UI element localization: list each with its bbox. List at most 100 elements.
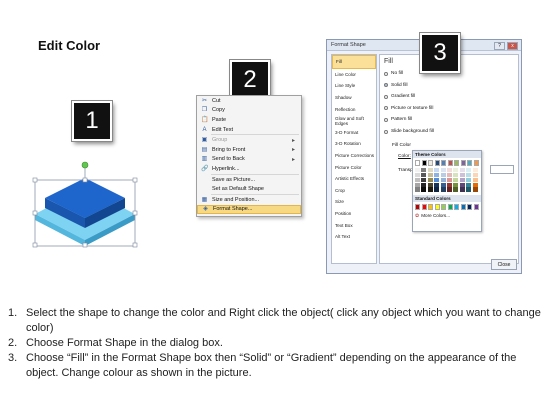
color-swatch[interactable] <box>421 168 427 173</box>
fill-option-radio[interactable]: No fill <box>384 71 403 76</box>
color-swatch[interactable] <box>415 177 420 182</box>
nav-item[interactable]: Text Box <box>332 219 376 231</box>
resize-handle-tr[interactable] <box>132 177 138 183</box>
color-swatch[interactable] <box>428 203 434 210</box>
color-swatch[interactable] <box>467 160 473 167</box>
color-swatch[interactable] <box>466 168 472 173</box>
menu-item[interactable]: Save as Picture... <box>197 175 301 185</box>
menu-item[interactable]: ▦ Size and Position... <box>197 195 301 205</box>
color-swatch[interactable] <box>446 182 452 187</box>
stacked-shape[interactable] <box>30 158 140 248</box>
color-swatch[interactable] <box>421 187 427 192</box>
color-swatch[interactable] <box>467 203 473 210</box>
color-swatch[interactable] <box>466 177 472 182</box>
color-swatch[interactable] <box>446 168 452 173</box>
nav-item[interactable]: 3-D Format <box>332 127 376 139</box>
nav-item[interactable]: 3-D Rotation <box>332 138 376 150</box>
color-swatch[interactable] <box>421 203 427 210</box>
color-swatch[interactable] <box>453 172 459 178</box>
fill-option-radio[interactable]: Gradient fill <box>384 94 415 99</box>
color-swatch[interactable] <box>415 187 420 192</box>
color-swatch[interactable] <box>453 177 459 182</box>
color-swatch[interactable] <box>472 182 478 187</box>
color-swatch[interactable] <box>434 203 440 210</box>
color-swatch[interactable] <box>434 187 440 192</box>
color-swatch[interactable] <box>454 160 460 167</box>
color-swatch[interactable] <box>454 203 460 210</box>
nav-item[interactable]: Shadow <box>332 92 376 104</box>
nav-item[interactable]: Picture Corrections <box>332 150 376 162</box>
color-swatch[interactable] <box>427 172 433 178</box>
resize-handle-tl[interactable] <box>32 177 38 183</box>
fill-option-radio[interactable]: Slide background fill <box>384 129 434 134</box>
help-button[interactable]: ? <box>494 42 505 50</box>
color-swatch[interactable] <box>415 203 421 210</box>
color-swatch[interactable] <box>460 160 466 167</box>
color-swatch[interactable] <box>446 177 452 182</box>
color-swatch[interactable] <box>472 172 478 178</box>
color-swatch[interactable] <box>459 177 465 182</box>
color-swatch[interactable] <box>434 160 440 167</box>
color-swatch[interactable] <box>434 172 440 178</box>
color-swatch[interactable] <box>446 187 452 192</box>
menu-item[interactable]: 📋 Paste <box>197 115 301 125</box>
color-swatch[interactable] <box>421 177 427 182</box>
color-swatch[interactable] <box>459 187 465 192</box>
color-swatch[interactable] <box>472 168 478 173</box>
menu-item[interactable]: ▥ Send to Back ▸ <box>197 155 301 165</box>
color-swatch[interactable] <box>428 160 434 167</box>
color-swatch[interactable] <box>472 177 478 182</box>
nav-item[interactable]: Artistic Effects <box>332 173 376 185</box>
close-button[interactable]: Close <box>491 259 517 270</box>
color-swatch[interactable] <box>441 160 447 167</box>
resize-handle-mr[interactable] <box>132 210 138 216</box>
resize-handle-bl[interactable] <box>32 242 38 248</box>
color-swatch[interactable] <box>472 187 478 192</box>
color-swatch[interactable] <box>440 187 446 192</box>
color-swatch[interactable] <box>427 182 433 187</box>
color-swatch[interactable] <box>460 203 466 210</box>
fill-option-radio[interactable]: Solid fill <box>384 83 408 88</box>
fill-option-radio[interactable]: Picture or texture fill <box>384 106 433 111</box>
menu-item[interactable]: ▤ Bring to Front ▸ <box>197 145 301 155</box>
color-swatch[interactable] <box>440 182 446 187</box>
color-swatch[interactable] <box>427 187 433 192</box>
nav-item[interactable]: Alt Text <box>332 231 376 243</box>
nav-item[interactable]: Glow and Soft Edges <box>332 115 376 127</box>
resize-handle-br[interactable] <box>132 242 138 248</box>
menu-item[interactable]: 🔗 Hyperlink... <box>197 164 301 174</box>
color-swatch[interactable] <box>447 160 453 167</box>
color-swatch[interactable] <box>446 172 452 178</box>
color-swatch[interactable] <box>466 182 472 187</box>
color-swatch[interactable] <box>434 168 440 173</box>
color-swatch[interactable] <box>453 187 459 192</box>
resize-handle-bc[interactable] <box>82 242 88 248</box>
nav-item[interactable]: Position <box>332 208 376 220</box>
menu-item[interactable]: ▣ Group ▸ <box>197 135 301 145</box>
color-swatch[interactable] <box>415 182 420 187</box>
color-swatch[interactable] <box>447 203 453 210</box>
color-swatch[interactable] <box>434 177 440 182</box>
fill-option-radio[interactable]: Pattern fill <box>384 117 412 122</box>
color-swatch[interactable] <box>440 168 446 173</box>
color-swatch[interactable] <box>415 168 420 173</box>
color-swatch[interactable] <box>441 203 447 210</box>
menu-item[interactable]: ✂ Cut <box>197 96 301 106</box>
color-swatch[interactable] <box>459 172 465 178</box>
color-swatch[interactable] <box>466 187 472 192</box>
color-swatch[interactable] <box>421 182 427 187</box>
color-swatch[interactable] <box>440 177 446 182</box>
color-swatch[interactable] <box>434 182 440 187</box>
color-swatch[interactable] <box>415 160 421 167</box>
color-swatch[interactable] <box>421 160 427 167</box>
color-swatch[interactable] <box>473 160 479 167</box>
color-swatch[interactable] <box>440 172 446 178</box>
nav-item[interactable]: Line Style <box>332 80 376 92</box>
transparency-input[interactable] <box>490 165 514 174</box>
color-swatch[interactable] <box>459 182 465 187</box>
color-swatch[interactable] <box>421 172 427 178</box>
resize-handle-tc[interactable] <box>82 177 88 183</box>
rotation-handle[interactable] <box>81 161 89 169</box>
nav-item[interactable]: Reflection <box>332 103 376 115</box>
color-swatch[interactable] <box>415 172 420 178</box>
